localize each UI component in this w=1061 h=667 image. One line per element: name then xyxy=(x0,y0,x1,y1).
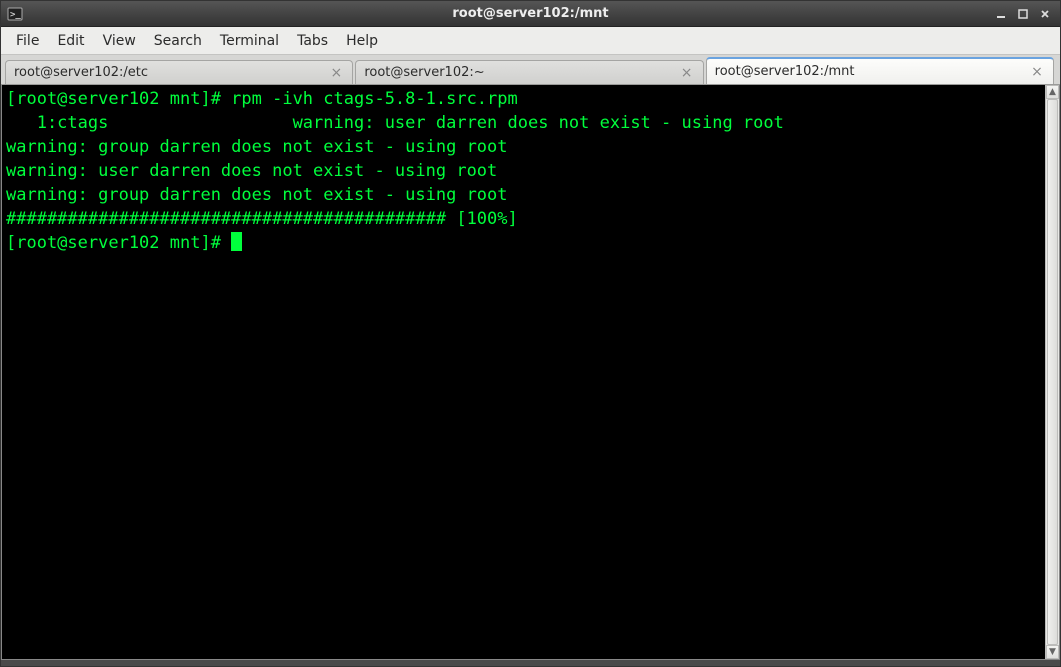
tab-0[interactable]: root@server102:/etc × xyxy=(5,60,353,84)
tabbar: root@server102:/etc × root@server102:~ ×… xyxy=(1,55,1060,85)
window-bottom-border xyxy=(1,660,1060,666)
terminal-line: [root@server102 mnt]# xyxy=(6,233,231,253)
close-icon[interactable]: × xyxy=(1029,64,1045,80)
terminal-app-icon: >_ xyxy=(7,6,23,22)
tab-2[interactable]: root@server102:/mnt × xyxy=(706,57,1054,84)
terminal-container: [root@server102 mnt]# rpm -ivh ctags-5.8… xyxy=(1,85,1060,660)
menu-view[interactable]: View xyxy=(94,29,145,53)
tab-label: root@server102:/etc xyxy=(14,65,322,80)
terminal-output[interactable]: [root@server102 mnt]# rpm -ivh ctags-5.8… xyxy=(2,85,1059,659)
terminal-window: >_ root@server102:/mnt File Edit View Se… xyxy=(0,0,1061,667)
vertical-scrollbar[interactable]: ▲ ▼ xyxy=(1045,85,1059,659)
maximize-button[interactable] xyxy=(1012,5,1034,23)
terminal-line: warning: group darren does not exist - u… xyxy=(6,185,508,205)
menu-file[interactable]: File xyxy=(7,29,48,53)
menubar: File Edit View Search Terminal Tabs Help xyxy=(1,27,1060,55)
terminal-cursor xyxy=(231,232,242,251)
terminal-line: 1:ctags warning: user darren does not ex… xyxy=(6,113,784,133)
close-icon[interactable]: × xyxy=(328,65,344,81)
window-controls xyxy=(990,5,1060,23)
window-title: root@server102:/mnt xyxy=(1,6,1060,21)
terminal-line: ########################################… xyxy=(6,209,518,229)
tab-label: root@server102:~ xyxy=(364,65,672,80)
titlebar[interactable]: >_ root@server102:/mnt xyxy=(1,1,1060,27)
terminal-line: warning: user darren does not exist - us… xyxy=(6,161,497,181)
tab-1[interactable]: root@server102:~ × xyxy=(355,60,703,84)
menu-edit[interactable]: Edit xyxy=(48,29,93,53)
scroll-track[interactable] xyxy=(1046,99,1059,645)
menu-help[interactable]: Help xyxy=(337,29,387,53)
menu-terminal[interactable]: Terminal xyxy=(211,29,288,53)
minimize-button[interactable] xyxy=(990,5,1012,23)
close-icon[interactable]: × xyxy=(679,65,695,81)
tab-label: root@server102:/mnt xyxy=(715,64,1023,79)
scroll-up-button[interactable]: ▲ xyxy=(1046,85,1059,99)
svg-text:>_: >_ xyxy=(10,10,21,20)
close-button[interactable] xyxy=(1034,5,1056,23)
menu-tabs[interactable]: Tabs xyxy=(288,29,337,53)
terminal-line: [root@server102 mnt]# rpm -ivh ctags-5.8… xyxy=(6,89,518,109)
menu-search[interactable]: Search xyxy=(145,29,211,53)
scroll-thumb[interactable] xyxy=(1047,99,1058,645)
scroll-down-button[interactable]: ▼ xyxy=(1046,645,1059,659)
terminal-line: warning: group darren does not exist - u… xyxy=(6,137,508,157)
